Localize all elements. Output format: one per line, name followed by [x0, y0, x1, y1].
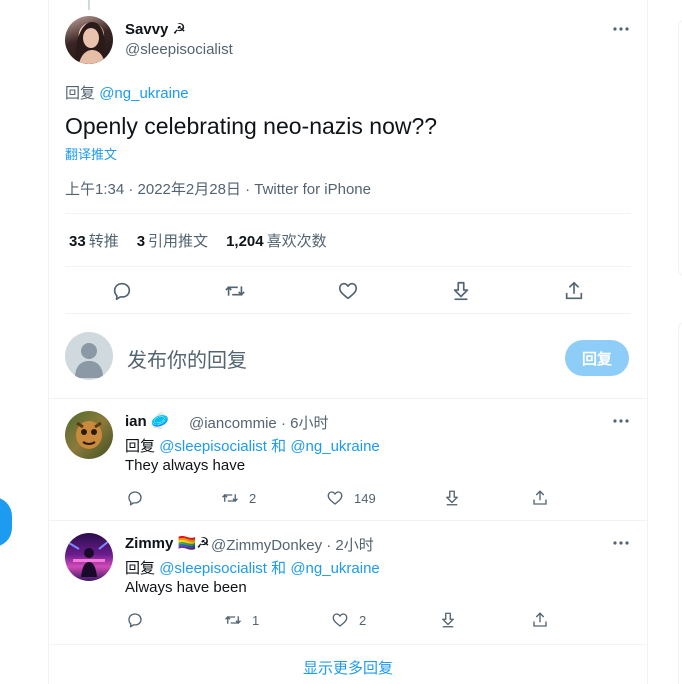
retweet-count: 1 — [252, 612, 260, 628]
avatar[interactable] — [65, 533, 113, 581]
more-options-icon[interactable] — [612, 534, 630, 552]
thread-connector-line — [88, 0, 90, 10]
retweet-icon — [225, 616, 241, 624]
reply-context: 回复 @sleepisocialist 和 @ng_ukraine — [125, 438, 380, 455]
mention-link[interactable]: @sleepisocialist — [159, 560, 267, 577]
avatar[interactable] — [65, 16, 113, 64]
divider — [65, 313, 631, 314]
like-button[interactable]: 2 — [331, 611, 366, 629]
reply-context: 回复 @ng_ukraine — [65, 85, 189, 102]
avatar-character-icon — [76, 421, 102, 449]
reply-author-name[interactable]: ian 🥏 — [125, 412, 170, 430]
reply-icon[interactable] — [110, 279, 134, 303]
translate-tweet-link[interactable]: 翻译推文 — [65, 144, 117, 163]
likes-stat[interactable]: 1,204 喜欢次数 — [226, 230, 327, 251]
retweet-button[interactable]: 1 — [224, 611, 259, 629]
tweet-text: Openly celebrating neo-nazis now?? — [65, 113, 438, 139]
reply-author-handle[interactable]: @iancommie · 6小时 — [189, 412, 328, 433]
more-options-icon[interactable] — [612, 20, 630, 38]
tweet-action-bar — [65, 279, 631, 303]
reply-author-handle[interactable]: @ZimmyDonkey · 2小时 — [211, 534, 374, 555]
tweet-stats: 33 转推 3 引用推文 1,204 喜欢次数 — [69, 230, 327, 251]
compose-fab-button[interactable] — [0, 497, 12, 547]
share-icon[interactable] — [531, 611, 549, 629]
retweets-stat[interactable]: 33 转推 — [69, 230, 119, 251]
divider — [48, 398, 648, 399]
avatar-scene-icon — [68, 540, 110, 577]
like-icon — [332, 613, 348, 627]
reply-icon[interactable] — [126, 489, 144, 507]
mention-link[interactable]: @ng_ukraine — [290, 438, 379, 455]
mention-link[interactable]: @sleepisocialist — [159, 438, 267, 455]
share-icon[interactable] — [562, 279, 586, 303]
bookmark-down-icon[interactable] — [439, 611, 457, 629]
like-button[interactable]: 149 — [326, 489, 376, 507]
retweet-icon — [222, 494, 238, 502]
sidebar-card — [678, 320, 682, 684]
default-user-icon — [75, 343, 103, 378]
quotes-stat[interactable]: 3 引用推文 — [137, 230, 208, 251]
share-icon[interactable] — [531, 489, 549, 507]
avatar[interactable] — [65, 411, 113, 459]
divider — [48, 644, 648, 645]
author-handle[interactable]: @sleepisocialist — [125, 41, 233, 58]
divider — [65, 266, 631, 267]
bookmark-down-icon[interactable] — [443, 489, 461, 507]
avatar-portrait-icon — [75, 22, 106, 64]
bookmark-down-icon[interactable] — [449, 279, 473, 303]
more-options-icon[interactable] — [612, 412, 630, 430]
like-count: 2 — [359, 612, 367, 628]
divider — [65, 213, 631, 214]
mention-link[interactable]: @ng_ukraine — [99, 85, 188, 102]
author-name[interactable]: Savvy ☭ — [125, 20, 186, 38]
reply-button[interactable]: 回复 — [565, 340, 629, 376]
reply-text: Always have been — [125, 579, 247, 596]
reply-compose-input[interactable]: 发布你的回复 — [127, 344, 247, 373]
show-more-replies-link[interactable]: 显示更多回复 — [48, 648, 648, 684]
like-icon — [327, 491, 343, 505]
like-icon[interactable] — [336, 279, 360, 303]
reply-context: 回复 @sleepisocialist 和 @ng_ukraine — [125, 560, 380, 577]
reply-author-name[interactable]: Zimmy 🏳️‍🌈☭ — [125, 534, 210, 552]
tweet-timestamp[interactable]: 上午1:34 · 2022年2月28日 · Twitter for iPhone — [65, 178, 371, 199]
like-count: 149 — [354, 490, 376, 506]
retweet-count: 2 — [249, 490, 257, 506]
divider — [48, 520, 648, 521]
avatar[interactable] — [65, 332, 113, 380]
retweet-icon[interactable] — [223, 279, 247, 303]
twitter-thread-view: Savvy ☭ @sleepisocialist 回复 @ng_ukraine … — [0, 0, 682, 684]
retweet-button[interactable]: 2 — [221, 489, 256, 507]
sidebar-card — [678, 18, 682, 278]
mention-link[interactable]: @ng_ukraine — [290, 560, 379, 577]
reply-icon[interactable] — [126, 611, 144, 629]
reply-text: They always have — [125, 457, 246, 474]
